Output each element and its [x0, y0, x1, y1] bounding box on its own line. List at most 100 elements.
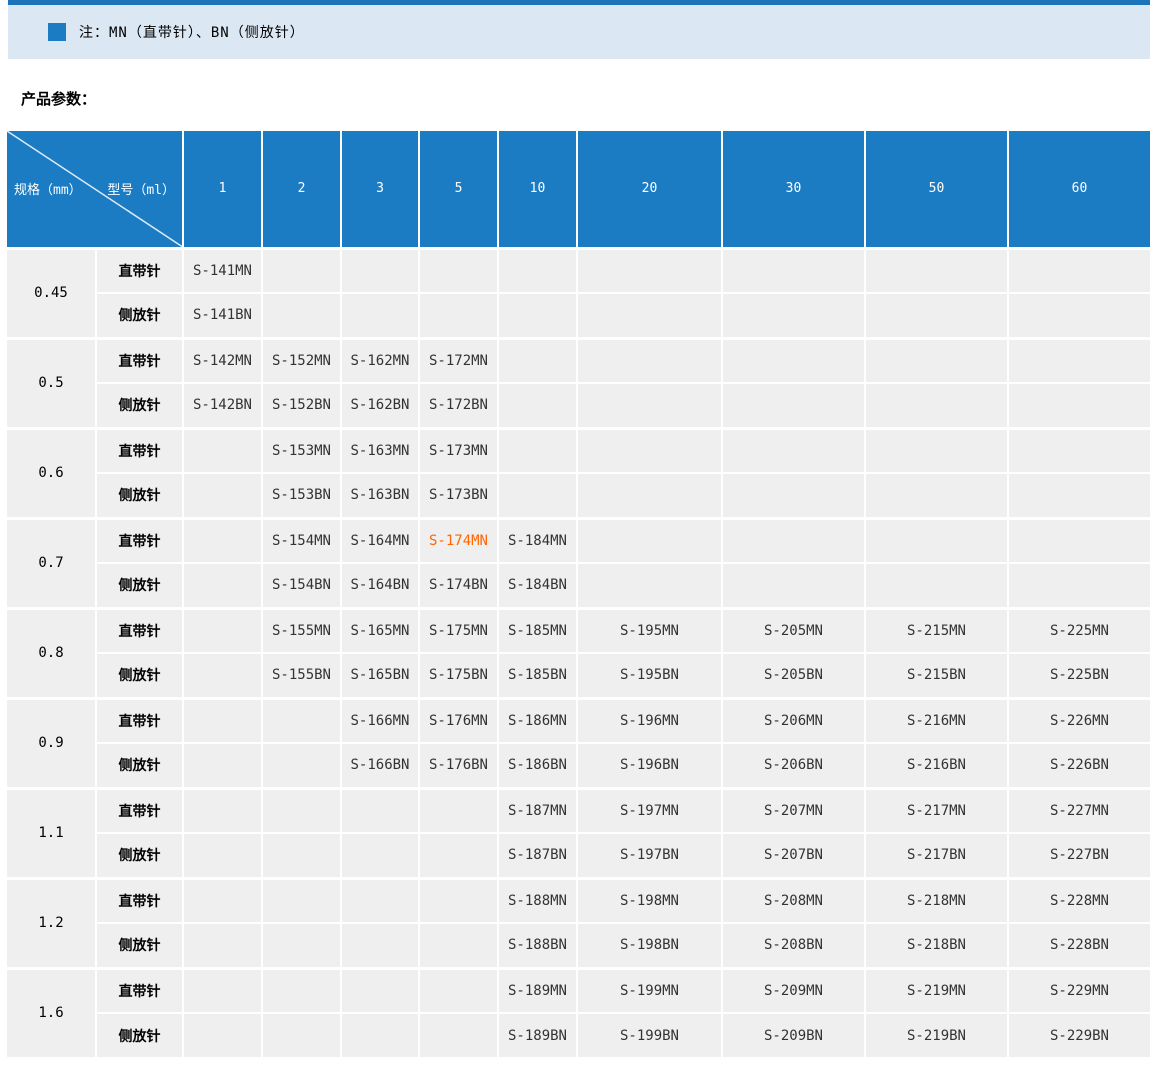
model-cell[interactable]: S-195MN — [576, 606, 723, 654]
model-cell[interactable]: S-155BN — [261, 652, 342, 699]
empty-cell — [182, 966, 263, 1014]
model-cell[interactable]: S-162BN — [340, 382, 420, 429]
model-cell[interactable]: S-209BN — [721, 1012, 866, 1059]
model-cell[interactable]: S-227BN — [1007, 832, 1150, 879]
model-cell[interactable]: S-186BN — [497, 742, 578, 789]
model-cell[interactable]: S-189BN — [497, 1012, 578, 1059]
model-cell[interactable]: S-176MN — [418, 696, 499, 744]
needle-type-label: 直带针 — [95, 246, 184, 294]
model-cell[interactable]: S-217BN — [864, 832, 1009, 879]
model-cell[interactable]: S-185MN — [497, 606, 578, 654]
model-cell[interactable]: S-196MN — [576, 696, 723, 744]
model-cell[interactable]: S-228BN — [1007, 922, 1150, 969]
model-cell[interactable]: S-162MN — [340, 336, 420, 384]
model-cell[interactable]: S-163MN — [340, 426, 420, 474]
model-cell[interactable]: S-216BN — [864, 742, 1009, 789]
empty-cell — [182, 472, 263, 519]
model-cell[interactable]: S-164BN — [340, 562, 420, 609]
model-cell[interactable]: S-218MN — [864, 876, 1009, 924]
model-cell[interactable]: S-172BN — [418, 382, 499, 429]
model-cell[interactable]: S-184MN — [497, 516, 578, 564]
model-cell[interactable]: S-188MN — [497, 876, 578, 924]
model-cell[interactable]: S-216MN — [864, 696, 1009, 744]
model-cell[interactable]: S-206BN — [721, 742, 866, 789]
model-cell[interactable]: S-173MN — [418, 426, 499, 474]
model-cell[interactable]: S-197BN — [576, 832, 723, 879]
table-row: 侧放针 S-187BN S-197BN S-207BN S-217BN S-227BN — [6, 832, 1150, 879]
model-cell[interactable]: S-155MN — [261, 606, 342, 654]
model-cell[interactable]: S-227MN — [1007, 786, 1150, 834]
model-cell[interactable]: S-197MN — [576, 786, 723, 834]
model-cell[interactable]: S-218BN — [864, 922, 1009, 969]
model-cell[interactable]: S-215MN — [864, 606, 1009, 654]
model-cell[interactable]: S-165MN — [340, 606, 420, 654]
model-cell[interactable]: S-142BN — [182, 382, 263, 429]
model-cell[interactable]: S-166MN — [340, 696, 420, 744]
model-cell[interactable]: S-217MN — [864, 786, 1009, 834]
model-cell[interactable]: S-172MN — [418, 336, 499, 384]
empty-cell — [261, 696, 342, 744]
model-cell[interactable]: S-141MN — [182, 246, 263, 294]
model-cell[interactable]: S-189MN — [497, 966, 578, 1014]
model-cell[interactable]: S-208BN — [721, 922, 866, 969]
model-cell[interactable]: S-152MN — [261, 336, 342, 384]
model-cell[interactable]: S-164MN — [340, 516, 420, 564]
empty-cell — [497, 426, 578, 474]
model-cell[interactable]: S-196BN — [576, 742, 723, 789]
model-cell[interactable]: S-229MN — [1007, 966, 1150, 1014]
model-cell[interactable]: S-175MN — [418, 606, 499, 654]
model-cell[interactable]: S-142MN — [182, 336, 263, 384]
model-cell[interactable]: S-205BN — [721, 652, 866, 699]
model-cell[interactable]: S-166BN — [340, 742, 420, 789]
model-cell[interactable]: S-195BN — [576, 652, 723, 699]
model-cell[interactable]: S-208MN — [721, 876, 866, 924]
model-cell[interactable]: S-205MN — [721, 606, 866, 654]
model-cell[interactable]: S-165BN — [340, 652, 420, 699]
model-cell[interactable]: S-198BN — [576, 922, 723, 969]
model-cell[interactable]: S-154BN — [261, 562, 342, 609]
needle-type-label: 侧放针 — [95, 292, 184, 339]
model-cell[interactable]: S-209MN — [721, 966, 866, 1014]
spec-cell: 0.5 — [5, 336, 97, 429]
model-cell[interactable]: S-226MN — [1007, 696, 1150, 744]
model-cell[interactable]: S-174BN — [418, 562, 499, 609]
model-cell[interactable]: S-226BN — [1007, 742, 1150, 789]
model-cell[interactable]: S-187MN — [497, 786, 578, 834]
model-cell[interactable]: S-153BN — [261, 472, 342, 519]
model-cell[interactable]: S-163BN — [340, 472, 420, 519]
model-cell[interactable]: S-188BN — [497, 922, 578, 969]
model-cell[interactable]: S-229BN — [1007, 1012, 1150, 1059]
model-cell[interactable]: S-199MN — [576, 966, 723, 1014]
model-cell[interactable]: S-185BN — [497, 652, 578, 699]
table-row: 1.2 直带针 S-188MN S-198MN S-208MN S-218MN S-228M… — [5, 876, 1150, 969]
model-cell[interactable]: S-176BN — [418, 742, 499, 789]
needle-type-label: 侧放针 — [95, 652, 184, 699]
model-cell[interactable]: S-219BN — [864, 1012, 1009, 1059]
model-cell[interactable]: S-206MN — [721, 696, 866, 744]
model-cell[interactable]: S-154MN — [261, 516, 342, 564]
model-cell[interactable]: S-225BN — [1007, 652, 1150, 699]
needle-type-label: 侧放针 — [95, 832, 184, 879]
model-cell[interactable]: S-225MN — [1007, 606, 1150, 654]
model-cell[interactable]: S-215BN — [864, 652, 1009, 699]
model-cell[interactable]: S-199BN — [576, 1012, 723, 1059]
model-cell[interactable]: S-219MN — [864, 966, 1009, 1014]
model-cell[interactable]: S-186MN — [497, 696, 578, 744]
empty-cell — [721, 562, 866, 609]
model-cell[interactable]: S-153MN — [261, 426, 342, 474]
model-cell[interactable]: S-175BN — [418, 652, 499, 699]
model-cell[interactable]: S-152BN — [261, 382, 342, 429]
table-corner-cell: 规格（mm） 型号（ml） — [5, 129, 184, 249]
model-cell[interactable]: S-173BN — [418, 472, 499, 519]
model-cell[interactable]: S-187BN — [497, 832, 578, 879]
empty-cell — [576, 336, 723, 384]
model-cell[interactable]: S-174MN — [418, 516, 499, 564]
model-cell[interactable]: S-228MN — [1007, 876, 1150, 924]
volume-header-10: 10 — [497, 129, 578, 249]
model-cell[interactable]: S-207BN — [721, 832, 866, 879]
model-cell[interactable]: S-184BN — [497, 562, 578, 609]
model-cell[interactable]: S-141BN — [182, 292, 263, 339]
empty-cell — [261, 786, 342, 834]
model-cell[interactable]: S-198MN — [576, 876, 723, 924]
model-cell[interactable]: S-207MN — [721, 786, 866, 834]
